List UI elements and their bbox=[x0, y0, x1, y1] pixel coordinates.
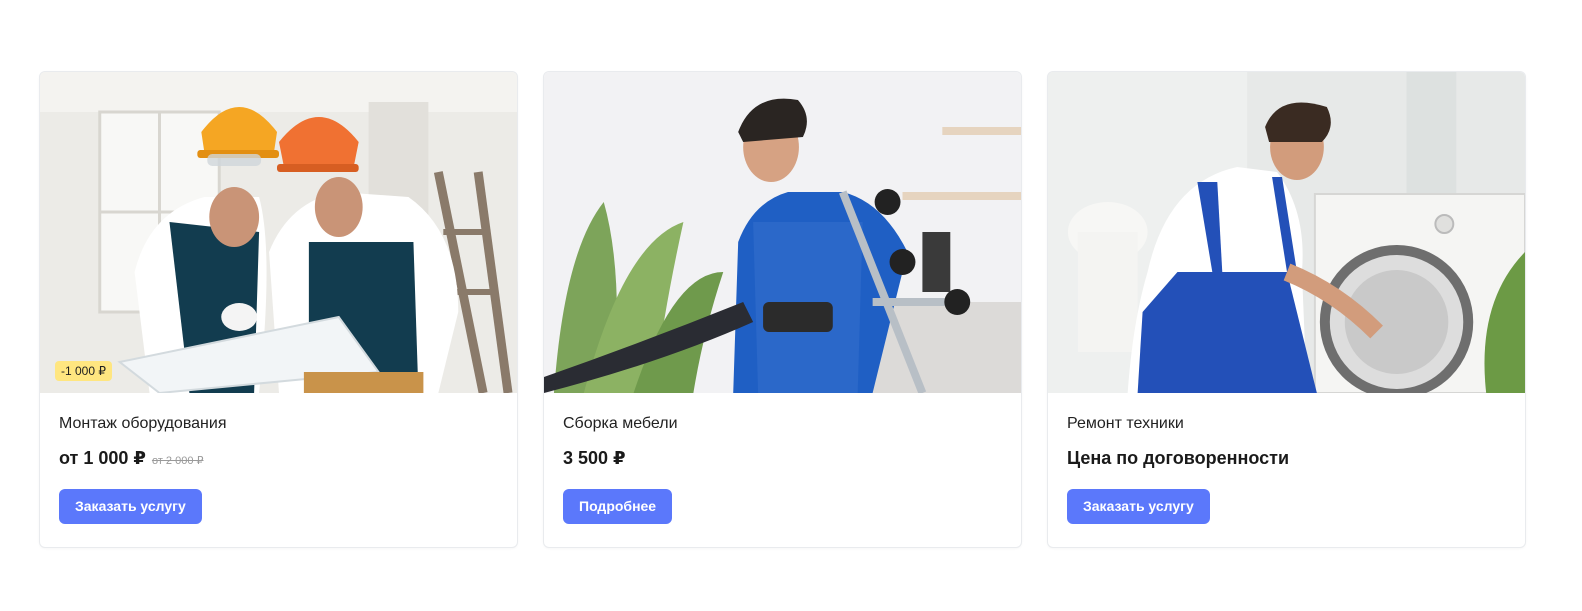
service-price: 3 500 ₽ bbox=[563, 448, 626, 468]
service-price: от 1 000 ₽ bbox=[59, 448, 146, 468]
service-title: Ремонт техники bbox=[1067, 415, 1184, 432]
details-button[interactable]: Подробнее bbox=[563, 489, 673, 524]
service-cards-grid: -1 000 ₽ Монтаж оборудования от 1 000 ₽ … bbox=[39, 71, 1526, 548]
card-body: Монтаж оборудования от 1 000 ₽ от 2 000 … bbox=[40, 393, 517, 524]
discount-badge: -1 000 ₽ bbox=[55, 361, 112, 381]
price-row: Цена по договоренности bbox=[1067, 448, 1506, 472]
service-photo-furniture bbox=[544, 72, 1021, 393]
service-title: Монтаж оборудования bbox=[59, 415, 227, 432]
service-photo-installation: -1 000 ₽ bbox=[40, 72, 517, 393]
worker-washing-machine-image bbox=[1048, 72, 1525, 393]
service-card-repair: Ремонт техники Цена по договоренности За… bbox=[1047, 71, 1526, 548]
order-service-button[interactable]: Заказать услугу bbox=[1067, 489, 1210, 524]
order-service-button[interactable]: Заказать услугу bbox=[59, 489, 202, 524]
card-body: Сборка мебели 3 500 ₽ Подробнее bbox=[544, 393, 1021, 524]
service-card-installation: -1 000 ₽ Монтаж оборудования от 1 000 ₽ … bbox=[39, 71, 518, 548]
price-row: от 1 000 ₽ от 2 000 ₽ bbox=[59, 448, 498, 472]
service-card-furniture: Сборка мебели 3 500 ₽ Подробнее bbox=[543, 71, 1022, 548]
workers-hardhats-image bbox=[40, 72, 517, 393]
price-row: 3 500 ₽ bbox=[563, 448, 1002, 472]
card-body: Ремонт техники Цена по договоренности За… bbox=[1048, 393, 1525, 524]
service-price: Цена по договоренности bbox=[1067, 448, 1290, 468]
service-title: Сборка мебели bbox=[563, 415, 678, 432]
old-price: от 2 000 ₽ bbox=[151, 455, 204, 467]
service-photo-repair bbox=[1048, 72, 1525, 393]
worker-chair-image bbox=[544, 72, 1021, 393]
